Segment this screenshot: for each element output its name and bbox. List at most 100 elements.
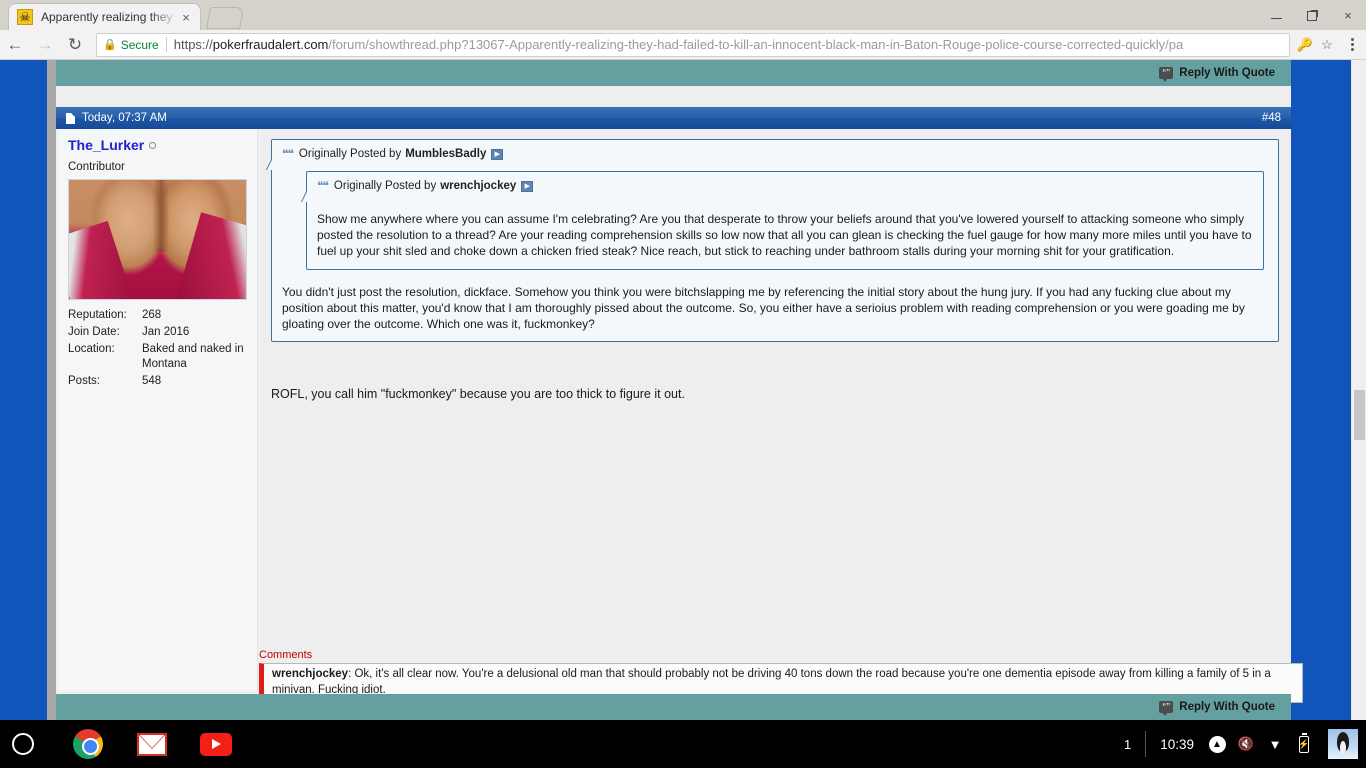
lock-icon: 🔒 — [103, 39, 117, 51]
security-label: Secure — [120, 37, 159, 52]
stat-value: 548 — [142, 375, 162, 387]
reply-with-quote-bar-top: “” Reply With Quote — [56, 60, 1291, 86]
quote-prefix: Originally Posted by — [333, 180, 437, 192]
page-scrollbar[interactable] — [1351, 60, 1366, 720]
forward-button[interactable]: → — [30, 30, 60, 60]
star-icon[interactable]: ☆ — [1316, 33, 1338, 57]
url-domain: pokerfraudalert.com — [212, 37, 329, 52]
browser-chrome: ☠ Apparently realizing they × × ← → ↻ 🔒 … — [0, 0, 1366, 60]
gmail-taskbar-button[interactable] — [128, 720, 176, 768]
launcher-icon — [12, 733, 34, 755]
wifi-icon[interactable]: ▼ — [1264, 733, 1286, 755]
comment-text: Ok, it's all clear now. You're a delusio… — [272, 668, 1271, 696]
comment-author-link[interactable]: wrenchjockey — [272, 668, 348, 680]
key-icon[interactable]: 🔑 — [1294, 33, 1316, 57]
browser-tab[interactable]: ☠ Apparently realizing they × — [8, 3, 201, 30]
reply-with-quote-button-bottom[interactable]: “” Reply With Quote — [1159, 701, 1275, 716]
tab-strip: ☠ Apparently realizing they × × — [0, 0, 1366, 30]
menu-dot — [1350, 38, 1354, 41]
reply-with-quote-bar-bottom: “” Reply With Quote — [56, 694, 1291, 720]
battery-glyph: ⚡ — [1298, 732, 1310, 753]
youtube-taskbar-icon — [200, 732, 232, 756]
quote-marks-icon: ❝❝ — [282, 147, 294, 161]
goto-post-icon[interactable]: ▶ — [491, 148, 504, 160]
system-tray: 1 10:39 ▲ 🔇 ▼ ⚡ — [1124, 720, 1366, 768]
quote-text: Show me anywhere where you can assume I'… — [317, 212, 1252, 259]
post-message-column: ❝❝ Originally Posted by MumblesBadly ▶ ❝… — [259, 129, 1303, 703]
tray-divider — [1145, 731, 1147, 757]
post-header-bar: Today, 07:37 AM #48 — [56, 107, 1291, 129]
quote-block-wrenchjockey: ❝❝ Originally Posted by wrenchjockey ▶ S… — [306, 171, 1264, 270]
new-tab-button[interactable] — [206, 7, 244, 29]
quote-text: You didn't just post the resolution, dic… — [282, 284, 1245, 332]
stat-value: 268 — [142, 309, 162, 321]
user-stat-row: Posts: 548 — [68, 374, 247, 389]
scrollbar-thumb[interactable] — [1354, 390, 1365, 440]
minimize-button[interactable] — [1258, 0, 1294, 30]
stat-label: Location: — [68, 343, 115, 355]
post-number-link[interactable]: #48 — [1262, 112, 1281, 124]
maximize-icon — [1306, 9, 1318, 21]
quote-tail — [261, 148, 272, 170]
chrome-taskbar-icon — [73, 729, 103, 759]
chrome-taskbar-button[interactable] — [64, 720, 112, 768]
tray-clock[interactable]: 10:39 — [1160, 737, 1194, 752]
forum-content-column: “” Reply With Quote Today, 07:37 AM #48 … — [56, 60, 1303, 720]
address-bar[interactable]: 🔒 Secure https://pokerfraudalert.com/for… — [96, 32, 1290, 57]
goto-post-icon[interactable]: ▶ — [521, 180, 534, 192]
page-viewport: “” Reply With Quote Today, 07:37 AM #48 … — [0, 60, 1366, 720]
url-text: https://pokerfraudalert.com/forum/showth… — [174, 37, 1283, 52]
quote-marks-icon: ❝❝ — [317, 179, 329, 193]
running-indicator — [86, 753, 90, 756]
quote-header: ❝❝ Originally Posted by wrenchjockey ▶ — [317, 179, 1253, 193]
tray-count[interactable]: 1 — [1124, 737, 1131, 752]
user-stat-row: Location: Baked and naked in Montana — [68, 342, 247, 372]
url-scheme: https:// — [173, 37, 213, 52]
launcher-button[interactable] — [0, 720, 46, 768]
post-body: The_Lurker Contributor Reputation: 268 J… — [56, 129, 1303, 703]
stat-value: Baked and naked in Montana — [142, 343, 244, 370]
update-available-icon[interactable]: ▲ — [1206, 733, 1228, 755]
close-window-button[interactable]: × — [1330, 0, 1366, 30]
url-path: /forum/showthread.php?13067-Apparently-r… — [328, 37, 1184, 52]
quote-author-link[interactable]: wrenchjockey — [440, 180, 516, 192]
volume-muted-icon[interactable]: 🔇 — [1235, 733, 1257, 755]
post-date: Today, 07:37 AM — [82, 112, 167, 124]
stat-label: Posts: — [68, 375, 100, 387]
reload-button[interactable]: ↻ — [60, 30, 90, 60]
tab-title: Apparently realizing they — [41, 10, 173, 24]
username-row: The_Lurker — [68, 137, 247, 155]
youtube-taskbar-button[interactable] — [192, 720, 240, 768]
stat-label: Reputation: — [68, 309, 127, 321]
user-stat-row: Reputation: 268 — [68, 308, 247, 323]
taskbar: 1 10:39 ▲ 🔇 ▼ ⚡ — [0, 720, 1366, 768]
minimize-icon — [1270, 18, 1282, 19]
close-tab-icon[interactable]: × — [178, 9, 194, 25]
quote-inner-box: ❝❝ Originally Posted by wrenchjockey ▶ S… — [306, 171, 1264, 270]
quote-block-mumblesbadly: ❝❝ Originally Posted by MumblesBadly ▶ ❝… — [271, 139, 1279, 343]
avatar-shading — [153, 180, 170, 252]
back-button[interactable]: ← — [0, 30, 30, 60]
penguin-avatar[interactable] — [1328, 729, 1358, 759]
stat-value: Jan 2016 — [142, 326, 190, 338]
user-stats: Reputation: 268 Join Date: Jan 2016 Loca… — [68, 308, 247, 389]
user-offline-indicator — [149, 142, 157, 150]
username-link[interactable]: The_Lurker — [68, 137, 144, 153]
quote-bubble-icon: “” — [1159, 67, 1174, 82]
quote-header: ❝❝ Originally Posted by MumblesBadly ▶ — [282, 147, 1268, 161]
window-controls: × — [1258, 0, 1366, 30]
reply-with-quote-button-top[interactable]: “” Reply With Quote — [1159, 67, 1275, 82]
menu-dot — [1350, 43, 1354, 46]
chrome-menu-icon[interactable] — [1338, 30, 1366, 60]
maximize-button[interactable] — [1294, 0, 1330, 30]
user-stat-row: Join Date: Jan 2016 — [68, 325, 247, 340]
browser-toolbar: ← → ↻ 🔒 Secure https://pokerfraudalert.c… — [0, 30, 1366, 60]
quote-tail — [296, 180, 307, 202]
battery-charging-icon[interactable]: ⚡ — [1293, 732, 1315, 755]
post-user-column: The_Lurker Contributor Reputation: 268 J… — [58, 129, 258, 691]
comments-label: Comments — [259, 649, 313, 661]
quote-author-link[interactable]: MumblesBadly — [405, 148, 486, 160]
user-title: Contributor — [68, 161, 125, 173]
reply-with-quote-label: Reply With Quote — [1179, 67, 1275, 79]
omnibox-divider — [165, 37, 167, 52]
